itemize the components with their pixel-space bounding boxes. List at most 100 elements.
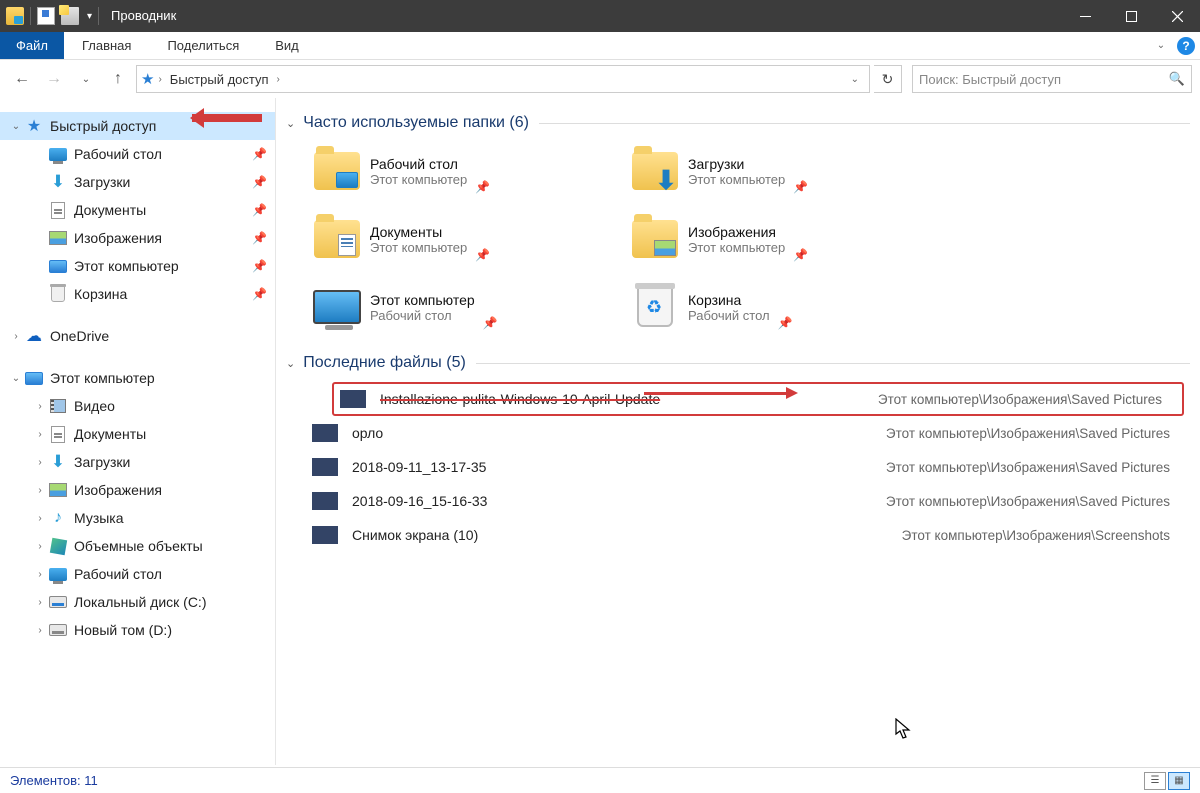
search-input[interactable]: Поиск: Быстрый доступ 🔍 xyxy=(912,65,1192,93)
sidebar-item-disk-d[interactable]: ›Новый том (D:) xyxy=(0,616,275,644)
section-recent-files[interactable]: ⌄ Последние файлы (5) xyxy=(286,354,1190,372)
file-path: Этот компьютер\Изображения\Saved Picture… xyxy=(886,494,1190,509)
download-icon: ⬇ xyxy=(51,172,65,192)
navigation-pane[interactable]: ⌄ ★ Быстрый доступ Рабочий стол📌 ⬇Загруз… xyxy=(0,98,276,765)
history-dropdown-icon[interactable]: ⌄ xyxy=(72,65,100,93)
minimize-button[interactable] xyxy=(1062,0,1108,32)
chevron-down-icon[interactable]: ⌄ xyxy=(286,357,295,370)
sidebar-item-desktop[interactable]: Рабочий стол📌 xyxy=(0,140,275,168)
sidebar-item-this-pc-link[interactable]: Этот компьютер📌 xyxy=(0,252,275,280)
folder-tile-pictures[interactable]: ИзображенияЭтот компьютер📌 xyxy=(630,210,930,268)
sidebar-item-label: Рабочий стол xyxy=(74,146,162,162)
tab-home[interactable]: Главная xyxy=(64,32,149,59)
sidebar-item-downloads[interactable]: ⬇Загрузки📌 xyxy=(0,168,275,196)
chevron-right-icon[interactable]: › xyxy=(32,541,48,552)
folder-sub: Рабочий стол xyxy=(688,308,770,323)
refresh-button[interactable]: ↻ xyxy=(874,65,902,93)
sidebar-item-pictures-pc[interactable]: ›Изображения xyxy=(0,476,275,504)
file-row[interactable]: орлоЭтот компьютер\Изображения\Saved Pic… xyxy=(312,416,1190,450)
pin-icon: 📌 xyxy=(252,231,267,245)
folder-sub: Этот компьютер xyxy=(370,240,467,255)
sidebar-item-label: Документы xyxy=(74,202,146,218)
tab-share[interactable]: Поделиться xyxy=(149,32,257,59)
properties-icon[interactable] xyxy=(37,7,55,25)
file-path: Этот компьютер\Изображения\Screenshots xyxy=(902,528,1190,543)
file-row[interactable]: 2018-09-11_13-17-35Этот компьютер\Изобра… xyxy=(312,450,1190,484)
back-button[interactable]: ← xyxy=(8,65,36,93)
chevron-down-icon[interactable]: ⌄ xyxy=(8,373,24,384)
annotation-arrow xyxy=(644,392,794,395)
sidebar-item-desktop-pc[interactable]: ›Рабочий стол xyxy=(0,560,275,588)
chevron-right-icon[interactable]: › xyxy=(32,429,48,440)
chevron-right-icon[interactable]: › xyxy=(32,625,48,636)
chevron-down-icon[interactable]: ⌄ xyxy=(286,117,295,130)
new-folder-icon[interactable] xyxy=(61,7,79,25)
chevron-right-icon[interactable]: › xyxy=(32,485,48,496)
sidebar-item-local-disk-c[interactable]: ›Локальный диск (C:) xyxy=(0,588,275,616)
search-icon: 🔍 xyxy=(1169,71,1185,87)
sidebar-item-documents[interactable]: Документы 📌 xyxy=(0,196,275,224)
ribbon: Файл Главная Поделиться Вид ⌄ ? xyxy=(0,32,1200,60)
sidebar-item-label: Этот компьютер xyxy=(50,370,155,386)
view-details-button[interactable]: ☰ xyxy=(1144,772,1166,790)
chevron-right-icon[interactable]: › xyxy=(32,569,48,580)
folder-tile-desktop[interactable]: Рабочий столЭтот компьютер📌 xyxy=(312,142,612,200)
chevron-right-icon[interactable]: › xyxy=(158,74,161,85)
document-icon xyxy=(51,202,65,219)
sidebar-item-label: Музыка xyxy=(74,510,124,526)
file-name: Снимок экрана (10) xyxy=(352,527,478,543)
ribbon-expand-icon[interactable]: ⌄ xyxy=(1150,32,1172,59)
chevron-right-icon[interactable]: › xyxy=(32,597,48,608)
pin-icon: 📌 xyxy=(793,248,808,262)
chevron-right-icon[interactable]: › xyxy=(8,331,24,342)
quick-access-star-icon: ★ xyxy=(141,70,154,88)
folder-name: Документы xyxy=(370,224,467,240)
folder-tile-documents[interactable]: ДокументыЭтот компьютер📌 xyxy=(312,210,612,268)
file-tab[interactable]: Файл xyxy=(0,32,64,59)
sidebar-item-recycle-bin[interactable]: Корзина📌 xyxy=(0,280,275,308)
folder-tile-this-pc[interactable]: Этот компьютерРабочий стол📌 xyxy=(312,278,612,336)
sidebar-item-this-pc[interactable]: ⌄ Этот компьютер xyxy=(0,364,275,392)
help-button[interactable]: ? xyxy=(1172,32,1200,59)
sidebar-item-label: OneDrive xyxy=(50,328,109,344)
sidebar-item-pictures[interactable]: Изображения📌 xyxy=(0,224,275,252)
pin-icon: 📌 xyxy=(793,180,808,194)
close-button[interactable] xyxy=(1154,0,1200,32)
sidebar-item-3d-objects[interactable]: ›Объемные объекты xyxy=(0,532,275,560)
file-row[interactable]: Снимок экрана (10) Этот компьютер\Изображ… xyxy=(312,518,1190,552)
file-thumbnail xyxy=(312,458,338,476)
chevron-right-icon[interactable]: › xyxy=(32,457,48,468)
address-bar[interactable]: ★ › Быстрый доступ › ⌄ xyxy=(136,65,870,93)
sidebar-item-music[interactable]: ›♪Музыка xyxy=(0,504,275,532)
sidebar-item-downloads-pc[interactable]: ›⬇Загрузки xyxy=(0,448,275,476)
folder-tile-downloads[interactable]: ⬇ЗагрузкиЭтот компьютер📌 xyxy=(630,142,930,200)
qat-dropdown-icon[interactable]: ▾ xyxy=(87,11,92,22)
sidebar-item-documents-pc[interactable]: ›Документы xyxy=(0,420,275,448)
forward-button[interactable]: → xyxy=(40,65,68,93)
pin-icon: 📌 xyxy=(252,175,267,189)
chevron-down-icon[interactable]: ⌄ xyxy=(8,121,24,132)
up-button[interactable]: ↑ xyxy=(104,65,132,93)
address-dropdown-icon[interactable]: ⌄ xyxy=(851,74,865,85)
file-row[interactable]: 2018-09-16_15-16-33Этот компьютер\Изобра… xyxy=(312,484,1190,518)
chevron-right-icon[interactable]: › xyxy=(277,74,280,85)
quick-access-toolbar: ▾ xyxy=(0,7,99,25)
sidebar-item-onedrive[interactable]: ›☁OneDrive xyxy=(0,322,275,350)
view-icons-button[interactable]: ▦ xyxy=(1168,772,1190,790)
file-row[interactable]: Installazione-pulita-Windows-10-April-Up… xyxy=(332,382,1184,416)
chevron-right-icon[interactable]: › xyxy=(32,401,48,412)
chevron-right-icon[interactable]: › xyxy=(32,513,48,524)
pin-icon: 📌 xyxy=(252,203,267,217)
status-item-count: Элементов: 11 xyxy=(10,773,98,788)
folder-name: Загрузки xyxy=(688,156,785,172)
tab-view[interactable]: Вид xyxy=(257,32,317,59)
folder-name: Изображения xyxy=(688,224,785,240)
maximize-button[interactable] xyxy=(1108,0,1154,32)
section-frequent-folders[interactable]: ⌄ Часто используемые папки (6) xyxy=(286,114,1190,132)
breadcrumb[interactable]: Быстрый доступ xyxy=(166,72,273,87)
folder-tile-recycle-bin[interactable]: ♻КорзинаРабочий стол📌 xyxy=(630,278,930,336)
sidebar-item-videos[interactable]: ›Видео xyxy=(0,392,275,420)
file-path: Этот компьютер\Изображения\Saved Picture… xyxy=(878,392,1182,407)
folder-sub: Этот компьютер xyxy=(688,172,785,187)
pc-icon xyxy=(49,260,67,273)
